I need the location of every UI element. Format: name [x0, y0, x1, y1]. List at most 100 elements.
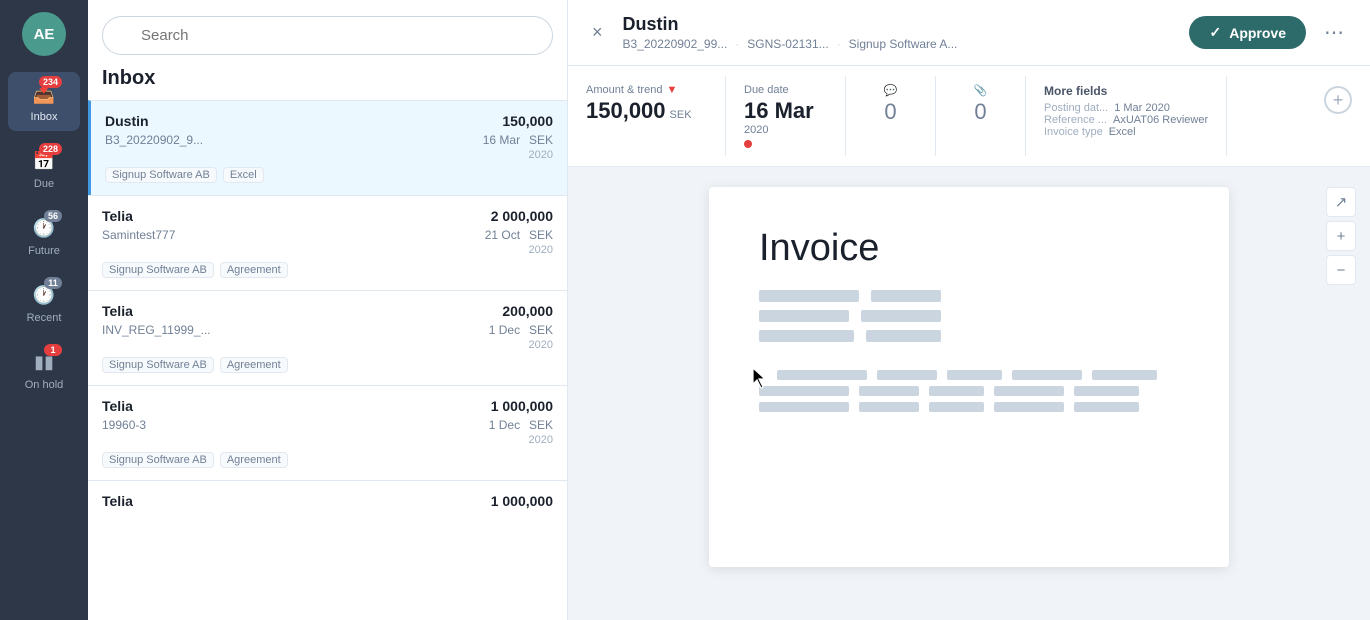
- sidebar-label-on-hold: On hold: [25, 379, 64, 391]
- doc-table: [759, 370, 1179, 412]
- tag-signup-2: Signup Software AB: [102, 262, 214, 278]
- invoice-ref-3: INV_REG_11999_...: [102, 323, 211, 337]
- zoom-in-button[interactable]: +: [1326, 221, 1356, 251]
- amount-currency: SEK: [670, 109, 692, 121]
- sidebar-label-due: Due: [34, 178, 54, 190]
- invoice-type-val: Excel: [1109, 126, 1136, 138]
- invoice-amount-3: 200,000: [502, 303, 553, 319]
- invoice-type-key: Invoice type: [1044, 126, 1103, 138]
- on-hold-icon: 1 ▮▮: [30, 348, 58, 376]
- due-date-indicator: [744, 140, 752, 148]
- search-input[interactable]: [102, 16, 553, 55]
- invoice-date-wrapper-1: 16 Mar SEK 2020: [483, 131, 553, 161]
- amount-label: Amount & trend ▼: [586, 84, 707, 96]
- approve-check-icon: ✓: [1209, 24, 1221, 41]
- invoice-item-4[interactable]: Telia 1 000,000 19960-3 1 Dec SEK 2020 S…: [88, 385, 567, 480]
- future-badge: 56: [44, 210, 62, 222]
- search-wrapper: 🔍: [102, 16, 553, 55]
- invoice-ref-1: B3_20220902_9...: [105, 133, 203, 147]
- posting-date-key: Posting dat...: [1044, 102, 1108, 114]
- zoom-controls: ↗ + −: [1326, 187, 1356, 285]
- invoice-date-1: 16 Mar: [483, 133, 520, 147]
- tag-excel-1: Excel: [223, 167, 264, 183]
- due-date-year: 2020: [744, 124, 827, 136]
- due-badge: 228: [39, 143, 62, 155]
- attachments-icon: 📎: [974, 84, 988, 97]
- due-icon: 228 📅: [30, 147, 58, 175]
- search-bar: 🔍: [88, 0, 567, 67]
- invoice-currency-3: SEK: [529, 323, 553, 337]
- info-cards: Amount & trend ▼ 150,000 SEK Due date 16…: [568, 66, 1370, 167]
- close-button[interactable]: ×: [586, 20, 609, 45]
- avatar: AE: [22, 12, 66, 56]
- inbox-title: Inbox: [88, 67, 567, 100]
- invoice-list: Dustin 150,000 B3_20220902_9... 16 Mar S…: [88, 100, 567, 620]
- table-row-1: [759, 370, 1179, 380]
- doc-content-lines: [759, 290, 1179, 342]
- detail-header: × Dustin B3_20220902_99... · SGNS-02131.…: [568, 0, 1370, 66]
- invoice-amount-5: 1 000,000: [491, 493, 553, 509]
- invoice-date-wrapper-4: 1 Dec SEK 2020: [489, 416, 553, 446]
- invoice-year-2: 2020: [485, 244, 553, 256]
- reference-val: AxUAT06 Reviewer: [1113, 114, 1208, 126]
- amount-value-row: 150,000 SEK: [586, 96, 707, 124]
- detail-title-block: Dustin B3_20220902_99... · SGNS-02131...…: [623, 14, 958, 51]
- invoice-tags-3: Signup Software AB Agreement: [102, 357, 553, 373]
- due-date-card: Due date 16 Mar 2020: [726, 76, 846, 156]
- invoice-item-2[interactable]: Telia 2 000,000 Samintest777 21 Oct SEK …: [88, 195, 567, 290]
- right-panel: × Dustin B3_20220902_99... · SGNS-02131.…: [568, 0, 1370, 620]
- inbox-icon: 234 📥: [30, 80, 58, 108]
- reference-row: Reference ... AxUAT06 Reviewer: [1044, 114, 1208, 126]
- invoice-item-5[interactable]: Telia 1 000,000: [88, 480, 567, 521]
- invoice-preview: Invoice: [568, 167, 1370, 620]
- approve-label: Approve: [1229, 25, 1286, 41]
- attachments-card[interactable]: 📎 0: [936, 76, 1026, 156]
- invoice-date-2: 21 Oct: [485, 228, 520, 242]
- invoice-currency-2: SEK: [529, 228, 553, 242]
- comments-icon: 💬: [884, 84, 898, 97]
- invoice-item-3[interactable]: Telia 200,000 INV_REG_11999_... 1 Dec SE…: [88, 290, 567, 385]
- invoice-name-3: Telia: [102, 303, 133, 319]
- zoom-out-button[interactable]: −: [1326, 255, 1356, 285]
- invoice-name-5: Telia: [102, 493, 133, 509]
- tag-signup-3: Signup Software AB: [102, 357, 214, 373]
- recent-icon: 11 🕐: [30, 281, 58, 309]
- recent-badge: 11: [44, 277, 62, 289]
- invoice-name-4: Telia: [102, 398, 133, 414]
- sidebar-item-recent[interactable]: 11 🕐 Recent: [8, 273, 80, 332]
- due-date-label: Due date: [744, 84, 827, 96]
- posting-date-val: 1 Mar 2020: [1114, 102, 1170, 114]
- breadcrumb: B3_20220902_99... · SGNS-02131... · Sign…: [623, 37, 958, 51]
- invoice-date-4: 1 Dec: [489, 418, 520, 432]
- sidebar-label-recent: Recent: [27, 312, 62, 324]
- sidebar-item-due[interactable]: 228 📅 Due: [8, 139, 80, 198]
- breadcrumb-ref: B3_20220902_99...: [623, 37, 728, 51]
- invoice-amount-1: 150,000: [502, 113, 553, 129]
- detail-actions: ✓ Approve ⋯: [1189, 16, 1352, 49]
- invoice-ref-4: 19960-3: [102, 418, 146, 432]
- amount-card: Amount & trend ▼ 150,000 SEK: [586, 76, 726, 156]
- sidebar-item-inbox[interactable]: 234 📥 Inbox: [8, 72, 80, 131]
- more-options-button[interactable]: ⋯: [1316, 16, 1352, 49]
- approve-button[interactable]: ✓ Approve: [1189, 16, 1306, 49]
- more-fields-card: More fields Posting dat... 1 Mar 2020 Re…: [1026, 76, 1227, 156]
- sidebar: AE 234 📥 Inbox 228 📅 Due 56 🕐 Future 11 …: [0, 0, 88, 620]
- tag-agreement-3: Agreement: [220, 357, 288, 373]
- due-date-value: 16 Mar: [744, 98, 827, 124]
- on-hold-badge: 1: [44, 344, 62, 356]
- table-row-3: [759, 402, 1179, 412]
- invoice-item-1[interactable]: Dustin 150,000 B3_20220902_9... 16 Mar S…: [88, 100, 567, 195]
- invoice-name-2: Telia: [102, 208, 133, 224]
- table-row-2: [759, 386, 1179, 396]
- sidebar-label-inbox: Inbox: [31, 111, 58, 123]
- breadcrumb-sgns: SGNS-02131...: [747, 37, 828, 51]
- add-field-button[interactable]: +: [1324, 86, 1352, 114]
- invoice-type-row: Invoice type Excel: [1044, 126, 1208, 138]
- sidebar-item-future[interactable]: 56 🕐 Future: [8, 206, 80, 265]
- invoice-ref-2: Samintest777: [102, 228, 175, 242]
- expand-button[interactable]: ↗: [1326, 187, 1356, 217]
- comments-card[interactable]: 💬 0: [846, 76, 936, 156]
- invoice-date-wrapper-2: 21 Oct SEK 2020: [485, 226, 553, 256]
- sidebar-item-on-hold[interactable]: 1 ▮▮ On hold: [8, 340, 80, 399]
- posting-date-row: Posting dat... 1 Mar 2020: [1044, 102, 1208, 114]
